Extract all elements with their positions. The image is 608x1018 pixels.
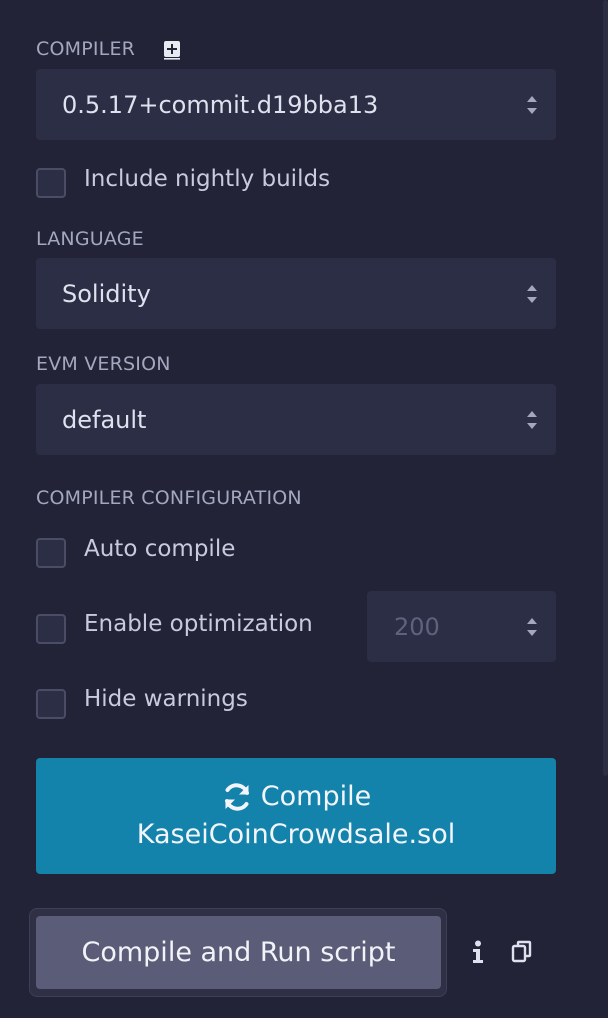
scrollbar[interactable] [603,0,608,776]
refresh-icon [224,783,249,811]
enable-optimization-label: Enable optimization [84,611,313,637]
compile-and-run-script-label: Compile and Run script [81,937,396,968]
hide-warnings-checkbox[interactable] [36,689,66,719]
compile-and-run-script-button[interactable]: Compile and Run script [36,916,441,989]
evm-version-select[interactable]: default [36,384,556,455]
compiler-configuration-label: COMPILER CONFIGURATION [36,487,302,509]
nightly-builds-label: Include nightly builds [84,166,331,192]
language-label: LANGUAGE [36,228,144,250]
optimization-runs-input[interactable]: 200 [367,591,556,662]
auto-compile-label: Auto compile [84,536,236,562]
language-value: Solidity [62,279,151,308]
select-arrows-icon [527,410,537,429]
compiler-version-select[interactable]: 0.5.17+commit.d19bba13 [36,69,556,140]
compiler-label: COMPILER [36,38,136,60]
language-select[interactable]: Solidity [36,258,556,329]
copy-icon[interactable] [511,940,533,964]
stepper-arrows-icon[interactable] [526,616,538,638]
evm-version-label: EVM VERSION [36,353,171,375]
plus-square-icon[interactable] [163,40,181,60]
hide-warnings-label: Hide warnings [84,686,248,712]
auto-compile-checkbox[interactable] [36,538,66,568]
compile-button[interactable]: Compile KaseiCoinCrowdsale.sol [36,758,556,874]
enable-optimization-checkbox[interactable] [36,614,66,644]
compile-button-filename: KaseiCoinCrowdsale.sol [136,819,456,850]
compile-button-label: Compile [260,781,372,812]
optimization-runs-value: 200 [394,612,440,641]
compiler-version-value: 0.5.17+commit.d19bba13 [62,90,379,119]
evm-version-value: default [62,405,147,434]
select-arrows-icon [527,284,537,303]
nightly-builds-checkbox[interactable] [36,168,66,198]
info-icon[interactable] [468,940,488,964]
select-arrows-icon [527,95,537,114]
